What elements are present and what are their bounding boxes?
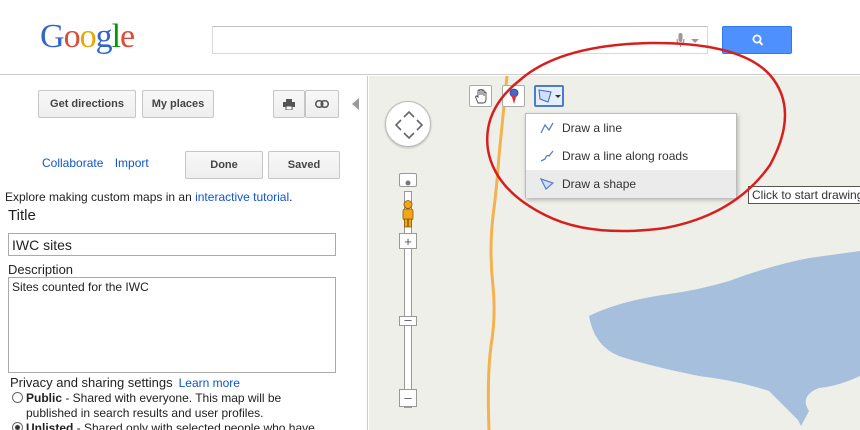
chevron-down-icon[interactable]	[691, 39, 699, 43]
pegman-icon[interactable]	[399, 200, 417, 228]
shape-tool-button[interactable]	[534, 85, 564, 107]
public-description: - Shared with everyone. This map will be	[62, 391, 282, 405]
lake	[589, 251, 860, 421]
pan-arrows-icon	[394, 110, 424, 140]
print-icon	[283, 99, 295, 111]
done-button[interactable]: Done	[185, 151, 263, 179]
link-icon	[315, 100, 329, 108]
public-label: Public	[26, 391, 63, 405]
menu-label-draw-line: Draw a line	[562, 121, 623, 135]
get-directions-button[interactable]: Get directions	[38, 90, 136, 118]
title-input[interactable]	[8, 233, 336, 256]
search-icon	[752, 34, 764, 46]
tutorial-text: Explore making custom maps in an interac…	[5, 190, 292, 204]
map-canvas[interactable]: + – – Draw a line Draw a line along road…	[369, 76, 860, 430]
description-input[interactable]: Sites counted for the IWC	[8, 277, 336, 373]
print-button[interactable]	[273, 90, 305, 118]
left-panel: Get directions My places Collaborate Imp…	[0, 76, 368, 430]
link-button[interactable]	[305, 90, 339, 118]
tutorial-text-end: .	[289, 190, 293, 204]
collaborate-import-row: Collaborate Import	[42, 156, 157, 170]
unlisted-option[interactable]: Unlisted - Shared only with selected peo…	[12, 421, 315, 430]
collapse-arrow-icon[interactable]	[352, 98, 360, 110]
menu-item-draw-line[interactable]: Draw a line	[526, 114, 736, 142]
menu-label-draw-line-roads: Draw a line along roads	[562, 149, 689, 163]
search-button[interactable]	[722, 26, 792, 54]
search-input[interactable]	[212, 26, 708, 54]
draw-menu: Draw a line Draw a line along roads Draw…	[525, 113, 737, 198]
import-link[interactable]: Import	[115, 156, 149, 170]
header: Google	[0, 0, 860, 75]
hand-icon	[475, 88, 487, 104]
menu-item-draw-line-roads[interactable]: Draw a line along roads	[526, 142, 736, 170]
public-radio[interactable]	[12, 392, 23, 403]
unlisted-label: Unlisted	[26, 421, 74, 430]
saved-button[interactable]: Saved	[268, 151, 340, 179]
zoom-slider-handle[interactable]: –	[399, 313, 417, 326]
privacy-label: Privacy and sharing settings	[10, 375, 173, 390]
menu-item-draw-shape[interactable]: Draw a shape	[526, 170, 736, 198]
drawing-tooltip: Click to start drawing	[748, 186, 860, 204]
description-label: Description	[8, 262, 74, 277]
public-description-line2: published in search results and user pro…	[26, 406, 264, 420]
privacy-settings-heading: Privacy and sharing settings Learn more	[10, 375, 240, 390]
title-label: Title	[8, 207, 36, 224]
learn-more-link[interactable]: Learn more	[179, 376, 240, 390]
placemark-icon	[509, 88, 519, 104]
zoom-in-button[interactable]: +	[399, 233, 417, 249]
collaborate-link[interactable]: Collaborate	[42, 156, 103, 170]
my-places-button[interactable]: My places	[142, 90, 214, 118]
google-logo[interactable]: Google	[40, 18, 135, 56]
zoom-out-button[interactable]: –	[399, 389, 417, 407]
hand-tool-button[interactable]	[469, 85, 492, 107]
pan-control[interactable]	[385, 101, 431, 147]
line-icon	[540, 122, 554, 134]
shape-icon	[540, 178, 554, 190]
shape-icon	[538, 89, 561, 103]
road-line-icon	[540, 150, 554, 162]
zoom-home-button[interactable]	[399, 173, 417, 187]
road	[486, 76, 509, 430]
unlisted-radio[interactable]	[12, 422, 23, 430]
placemark-tool-button[interactable]	[502, 85, 525, 107]
menu-label-draw-shape: Draw a shape	[562, 177, 637, 191]
unlisted-description: - Shared only with selected people who h…	[73, 421, 315, 430]
public-option[interactable]: Public - Shared with everyone. This map …	[12, 391, 281, 405]
dot-icon	[405, 180, 411, 186]
interactive-tutorial-link[interactable]: interactive tutorial	[195, 190, 289, 204]
tutorial-text-prefix: Explore making custom maps in an	[5, 190, 192, 204]
microphone-icon[interactable]	[676, 33, 685, 48]
